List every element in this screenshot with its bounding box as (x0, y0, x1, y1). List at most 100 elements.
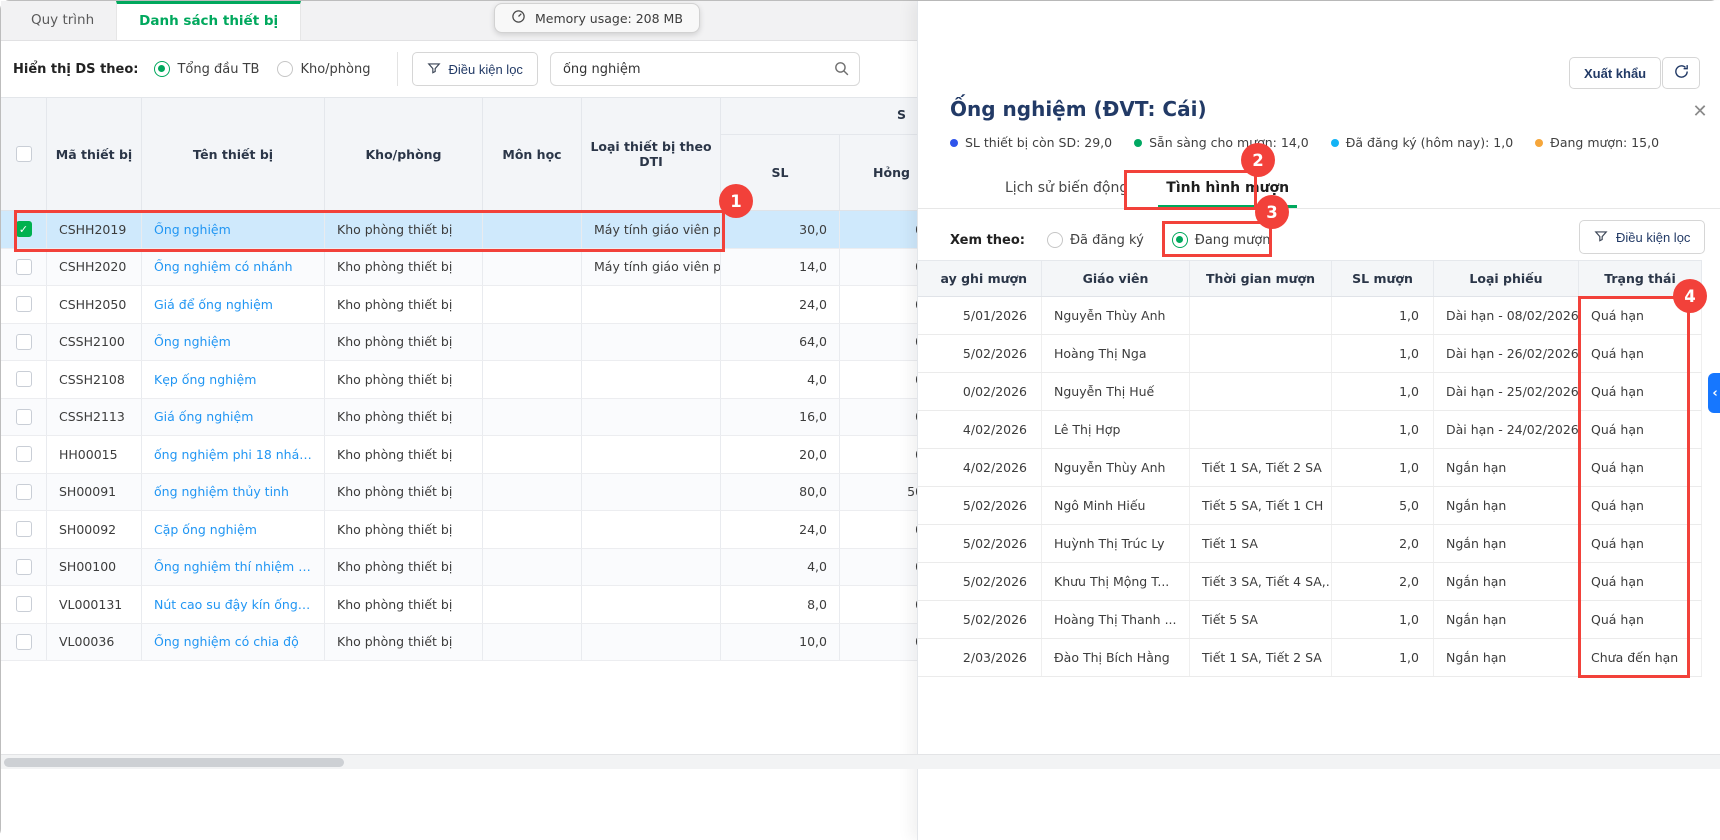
device-name-link[interactable]: Ống nghiệm thí nhiệm sinh h... (154, 559, 312, 574)
device-warehouse-cell: Kho phòng thiết bị (325, 549, 483, 586)
borrow-row[interactable]: 5/02/2026Huỳnh Thị Trúc LyTiết 1 SA2,0Ng… (918, 525, 1702, 563)
device-name-link[interactable]: Giá ống nghiệm (154, 409, 253, 424)
device-row[interactable]: CSSH2108Kẹp ống nghiệmKho phòng thiết bị… (1, 361, 917, 399)
device-code-cell: VL00036 (47, 624, 142, 661)
device-name-link[interactable]: Ống nghiệm (154, 334, 231, 349)
stat-label: Đang mượn: 15,0 (1550, 135, 1659, 150)
device-subject-cell (483, 511, 582, 548)
device-name-cell: Giá để ống nghiệm (142, 286, 325, 323)
device-row[interactable]: HH00015ống nghiệm phi 18 nhánhKho phòng … (1, 436, 917, 474)
device-broken-cell: 0,0 (840, 324, 917, 361)
borrow-time-cell: Tiết 5 SA, Tiết 1 CH (1190, 487, 1332, 524)
filter-button[interactable]: Điều kiện lọc (412, 52, 538, 86)
borrow-row[interactable]: 5/02/2026Khưu Thị Mộng T...Tiết 3 SA, Ti… (918, 563, 1702, 601)
borrow-teacher-cell: Đào Thị Bích Hằng (1042, 639, 1190, 676)
device-name-link[interactable]: Nút cao su đậy kín ống nghi... (154, 597, 312, 612)
memory-usage-banner: Memory usage: 208 MB (494, 3, 700, 33)
borrow-row[interactable]: 4/02/2026Nguyễn Thùy AnhTiết 1 SA, Tiết … (918, 449, 1702, 487)
row-checkbox[interactable] (16, 521, 32, 537)
device-name-link[interactable]: ống nghiệm thủy tinh (154, 484, 289, 499)
borrow-row[interactable]: 2/03/2026Đào Thị Bích HằngTiết 1 SA, Tiế… (918, 639, 1702, 677)
borrow-time-cell: Tiết 5 SA (1190, 601, 1332, 638)
row-checkbox[interactable] (16, 596, 32, 612)
borrow-qty-cell: 1,0 (1332, 449, 1434, 486)
row-checkbox[interactable] (16, 259, 32, 275)
device-name-link[interactable]: Ống nghiệm (154, 222, 231, 237)
stat-dot-icon (1331, 139, 1339, 147)
row-checkbox[interactable] (16, 484, 32, 500)
device-warehouse-cell: Kho phòng thiết bị (325, 474, 483, 511)
close-icon[interactable]: ✕ (1688, 99, 1712, 123)
device-warehouse-cell: Kho phòng thiết bị (325, 624, 483, 661)
borrow-row[interactable]: 4/02/2026Lê Thị Hợp1,0Dài hạn - 24/02/20… (918, 411, 1702, 449)
col-header-borrow-time: Thời gian mượn (1190, 261, 1332, 296)
row-checkbox-cell (1, 324, 47, 361)
device-broken-cell: 0,0 (840, 361, 917, 398)
row-checkbox[interactable] (16, 409, 32, 425)
device-code-cell: CSSH2108 (47, 361, 142, 398)
select-all-checkbox[interactable] (16, 146, 32, 162)
device-row[interactable]: SH00092Cặp ống nghiệmKho phòng thiết bị2… (1, 511, 917, 549)
row-checkbox[interactable] (16, 371, 32, 387)
borrow-table-body: 5/01/2026Nguyễn Thùy Anh1,0Dài hạn - 08/… (918, 297, 1702, 677)
borrow-status-cell: Quá hạn (1579, 335, 1702, 372)
device-name-link[interactable]: Cặp ống nghiệm (154, 522, 257, 537)
panel-filter-button[interactable]: Điều kiện lọc (1579, 220, 1705, 254)
row-checkbox[interactable] (16, 446, 32, 462)
device-code-cell: SH00091 (47, 474, 142, 511)
app-window: { "app": { "tabs": [ {"label": "Quy trìn… (0, 0, 1720, 839)
borrow-row[interactable]: 5/02/2026Ngô Minh HiếuTiết 5 SA, Tiết 1 … (918, 487, 1702, 525)
view-by-radio-0[interactable]: Đã đăng ký (1047, 232, 1144, 248)
device-row[interactable]: CSHH2050Giá để ống nghiệmKho phòng thiết… (1, 286, 917, 324)
stat-dot-icon (1134, 139, 1142, 147)
app-tab-0[interactable]: Quy trình (9, 1, 116, 40)
borrow-teacher-cell: Lê Thị Hợp (1042, 411, 1190, 448)
device-row[interactable]: ✓CSHH2019Ống nghiệmKho phòng thiết bịMáy… (1, 211, 917, 249)
row-checkbox[interactable] (16, 334, 32, 350)
device-warehouse-cell: Kho phòng thiết bị (325, 211, 483, 248)
panel-collapse-button[interactable]: ‹ (1708, 373, 1720, 413)
device-name-link[interactable]: Ống nghiệm có chia độ (154, 634, 299, 649)
borrow-qty-cell: 2,0 (1332, 563, 1434, 600)
device-name-link[interactable]: Kẹp ống nghiệm (154, 372, 256, 387)
search-input[interactable] (550, 52, 860, 86)
export-button[interactable]: Xuất khẩu (1569, 57, 1661, 89)
row-checkbox[interactable] (16, 559, 32, 575)
borrow-row[interactable]: 5/02/2026Hoàng Thị Nga1,0Dài hạn - 26/02… (918, 335, 1702, 373)
row-checkbox[interactable] (16, 296, 32, 312)
device-broken-cell: 0,0 (840, 624, 917, 661)
borrow-time-cell: Tiết 3 SA, Tiết 4 SA,... (1190, 563, 1332, 600)
row-checkbox-cell (1, 586, 47, 623)
borrow-ticket-cell: Dài hạn - 25/02/2026 (1434, 373, 1579, 410)
borrow-row[interactable]: 0/02/2026Nguyễn Thị Huế1,0Dài hạn - 25/0… (918, 373, 1702, 411)
display-by-radio-1[interactable]: Kho/phòng (277, 61, 370, 77)
device-row[interactable]: VL00036 Ống nghiệm có chia độ Kho phòng th… (1, 624, 917, 662)
device-code-cell: CSSH2113 (47, 399, 142, 436)
device-row[interactable]: SH00100Ống nghiệm thí nhiệm sinh h...Kho… (1, 549, 917, 587)
device-name-link[interactable]: Ống nghiệm có nhánh (154, 259, 293, 274)
device-detail-panel: Xuất khẩu ✕ Ống nghiệm (ĐVT: Cái) SL thi… (917, 1, 1720, 840)
device-row[interactable]: CSSH2113Giá ống nghiệmKho phòng thiết bị… (1, 399, 917, 437)
device-dti-type-cell (582, 399, 721, 436)
refresh-button[interactable] (1662, 57, 1700, 89)
scrollbar-thumb[interactable] (4, 758, 344, 767)
device-row[interactable]: CSHH2020Ống nghiệm có nhánhKho phòng thi… (1, 249, 917, 287)
row-checkbox[interactable]: ✓ (16, 221, 32, 237)
panel-tab-0[interactable]: Lịch sử biến động (997, 171, 1136, 208)
app-tab-1[interactable]: Danh sách thiết bị (116, 1, 301, 40)
row-checkbox-cell: ✓ (1, 211, 47, 248)
view-by-radio-1[interactable]: Đang mượn (1172, 232, 1271, 248)
chevron-left-icon: ‹ (1712, 386, 1717, 401)
borrow-row[interactable]: 5/01/2026Nguyễn Thùy Anh1,0Dài hạn - 08/… (918, 297, 1702, 335)
device-row[interactable]: VL000131Nút cao su đậy kín ống nghi...Kh… (1, 586, 917, 624)
device-row[interactable]: SH00091 ống nghiệm thủy tinh Kho phòng thi… (1, 474, 917, 512)
device-row[interactable]: CSSH2100Ống nghiệmKho phòng thiết bị64,0… (1, 324, 917, 362)
display-by-radio-0[interactable]: Tổng đầu TB (154, 61, 259, 77)
device-name-link[interactable]: ống nghiệm phi 18 nhánh (154, 447, 312, 462)
horizontal-scrollbar[interactable] (1, 754, 1720, 769)
borrow-row[interactable]: 5/02/2026Hoàng Thị Thanh ...Tiết 5 SA1,0… (918, 601, 1702, 639)
row-checkbox[interactable] (16, 634, 32, 650)
borrow-qty-cell: 2,0 (1332, 525, 1434, 562)
device-name-link[interactable]: Giá để ống nghiệm (154, 297, 273, 312)
row-checkbox-cell (1, 549, 47, 586)
